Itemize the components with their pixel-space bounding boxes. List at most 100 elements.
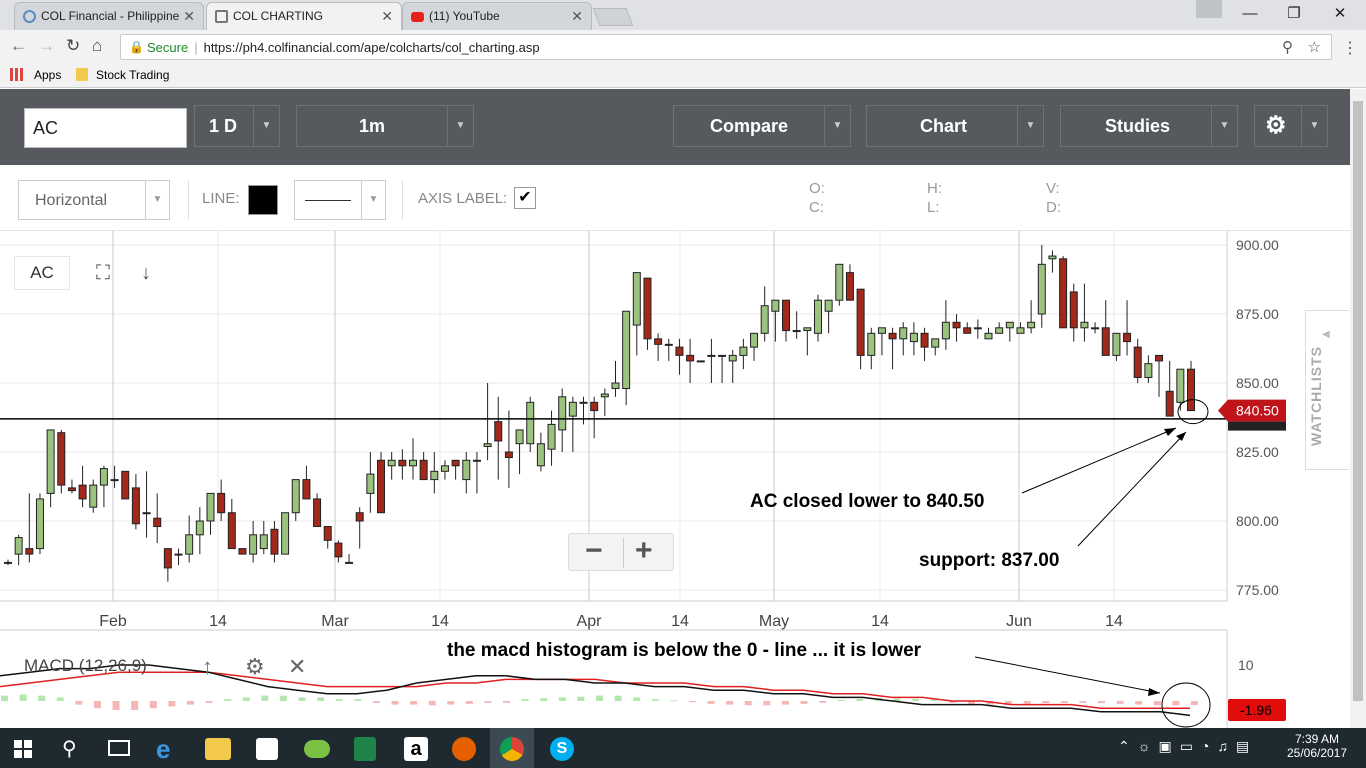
home-icon[interactable]: ⌂ bbox=[92, 36, 102, 56]
amazon-icon[interactable]: a bbox=[404, 737, 428, 761]
star-icon[interactable]: ☆ bbox=[1308, 38, 1321, 56]
page-scrollbar[interactable] bbox=[1350, 89, 1366, 728]
macd-histogram-bar bbox=[112, 701, 120, 710]
macd-histogram-bar bbox=[1060, 701, 1068, 703]
chart-type-button[interactable]: Chart ▼ bbox=[866, 105, 1044, 147]
candle-body bbox=[1165, 390, 1174, 417]
reload-icon[interactable]: ↻ bbox=[66, 36, 80, 56]
chrome-icon[interactable] bbox=[500, 737, 524, 761]
tab-youtube[interactable]: (11) YouTube ✕ bbox=[402, 2, 592, 30]
bookmark-apps[interactable]: Apps bbox=[34, 68, 61, 82]
back-icon[interactable]: ← bbox=[10, 36, 27, 56]
download-arrow-icon[interactable]: ↓ bbox=[141, 262, 151, 285]
window-close-icon[interactable]: ✕ bbox=[1318, 0, 1362, 28]
bookmark-stock-trading[interactable]: Stock Trading bbox=[96, 68, 169, 82]
close-icon[interactable]: ✕ bbox=[381, 8, 393, 25]
remove-study-icon[interactable]: ✕ bbox=[288, 654, 306, 680]
zoom-in-button[interactable]: + bbox=[635, 536, 653, 566]
macd-histogram-bar bbox=[521, 699, 529, 701]
candle-body bbox=[1187, 368, 1195, 412]
candle-body bbox=[547, 423, 556, 450]
system-tray-icons[interactable]: ⌃☼▣▭◔♫▤ bbox=[1118, 738, 1257, 755]
compare-button[interactable]: Compare ▼ bbox=[673, 105, 851, 147]
task-view-icon[interactable] bbox=[108, 740, 130, 756]
search-icon[interactable]: ⚲ bbox=[62, 736, 77, 761]
macd-histogram-bar bbox=[1042, 701, 1050, 704]
move-up-icon[interactable]: ↑ bbox=[202, 654, 213, 680]
profile-icon[interactable] bbox=[1196, 0, 1222, 18]
price-tick-label: 900.00 bbox=[1236, 237, 1279, 253]
candle-body bbox=[856, 288, 865, 356]
macd-histogram-bar bbox=[1172, 701, 1180, 706]
macd-tick-label: 10 bbox=[1238, 657, 1254, 673]
candle-body bbox=[313, 498, 322, 528]
store-icon[interactable] bbox=[256, 738, 278, 760]
edge-icon[interactable]: e bbox=[156, 734, 186, 764]
windows-start-icon[interactable] bbox=[14, 740, 32, 758]
macd-histogram-bar bbox=[298, 697, 306, 701]
macd-histogram-bar bbox=[447, 701, 455, 705]
axis-label-label: AXIS LABEL: bbox=[418, 190, 508, 207]
fullscreen-icon[interactable]: ⛶ bbox=[96, 262, 110, 285]
minimize-icon[interactable]: — bbox=[1228, 0, 1272, 28]
divider bbox=[623, 538, 624, 568]
url-input[interactable]: 🔒 Secure | https://ph4.colfinancial.com/ap… bbox=[120, 34, 1332, 60]
studies-button[interactable]: Studies ▼ bbox=[1060, 105, 1238, 147]
axis-label-checkbox[interactable]: ✔ bbox=[514, 187, 536, 209]
candle-body bbox=[153, 517, 162, 528]
candle-body bbox=[494, 421, 503, 442]
candle-body bbox=[1005, 321, 1014, 329]
date-tick-label: May bbox=[759, 613, 789, 630]
settings-button[interactable]: ⚙ ▼ bbox=[1254, 105, 1328, 147]
file-explorer-icon[interactable] bbox=[205, 738, 231, 760]
tab-col-charting[interactable]: COL CHARTING ✕ bbox=[206, 2, 402, 30]
chevron-down-icon: ▼ bbox=[253, 106, 279, 146]
macd-histogram-bar bbox=[1191, 701, 1198, 705]
candle-body bbox=[504, 451, 513, 459]
macd-histogram-bar bbox=[56, 697, 64, 701]
spreadsheet-icon[interactable] bbox=[354, 737, 376, 761]
cloud-app-icon[interactable] bbox=[304, 740, 330, 758]
close-icon[interactable]: ✕ bbox=[571, 8, 583, 25]
candle-body bbox=[4, 561, 12, 564]
candle-body bbox=[973, 327, 982, 330]
close-icon[interactable]: ✕ bbox=[183, 8, 195, 25]
draw-tool-select[interactable]: Horizontal ▼ bbox=[18, 180, 170, 220]
firefox-icon[interactable] bbox=[452, 737, 476, 761]
symbol-input[interactable]: AC bbox=[24, 108, 187, 148]
candle-body bbox=[387, 459, 396, 467]
macd-histogram-bar bbox=[688, 701, 696, 703]
macd-histogram-bar bbox=[558, 697, 566, 701]
divider bbox=[188, 180, 189, 220]
gear-icon[interactable]: ⚙ bbox=[245, 654, 265, 680]
period-select[interactable]: 1 D ▼ bbox=[194, 105, 280, 147]
macd-histogram-bar bbox=[912, 698, 920, 701]
taskbar-clock[interactable]: 7:39 AM 25/06/2017 bbox=[1282, 732, 1352, 760]
interval-select[interactable]: 1m ▼ bbox=[296, 105, 474, 147]
restore-icon[interactable]: ❐ bbox=[1272, 0, 1316, 28]
macd-histogram-bar bbox=[391, 701, 399, 705]
candle-body bbox=[419, 459, 428, 481]
tab-col-financial[interactable]: COL Financial - Philippine Stock Trading… bbox=[14, 2, 204, 30]
candle-body bbox=[1112, 332, 1121, 356]
new-tab-button[interactable] bbox=[592, 8, 634, 26]
candle-body bbox=[739, 346, 748, 356]
candle-body bbox=[675, 346, 684, 356]
candle-body bbox=[558, 396, 567, 431]
menu-icon[interactable]: ⋮ bbox=[1342, 38, 1358, 58]
zoom-out-button[interactable]: − bbox=[585, 536, 603, 566]
skype-icon[interactable]: S bbox=[550, 737, 574, 761]
macd-histogram-bar bbox=[465, 701, 473, 704]
chart-symbol-badge[interactable]: AC bbox=[14, 256, 70, 290]
macd-histogram-bar bbox=[744, 701, 752, 706]
candle-body bbox=[46, 429, 55, 494]
watchlists-panel[interactable]: WATCHLISTS ◀ bbox=[1305, 310, 1349, 470]
candle-body bbox=[281, 512, 290, 555]
macd-histogram-bar bbox=[1116, 701, 1124, 704]
line-color-swatch[interactable] bbox=[248, 185, 278, 215]
line-style-select[interactable]: ▼ bbox=[294, 180, 386, 220]
zoom-icon[interactable]: ⚲ bbox=[1282, 38, 1293, 56]
candle-body bbox=[1123, 332, 1132, 343]
forward-icon[interactable]: → bbox=[38, 36, 55, 56]
candle-body bbox=[750, 332, 759, 348]
